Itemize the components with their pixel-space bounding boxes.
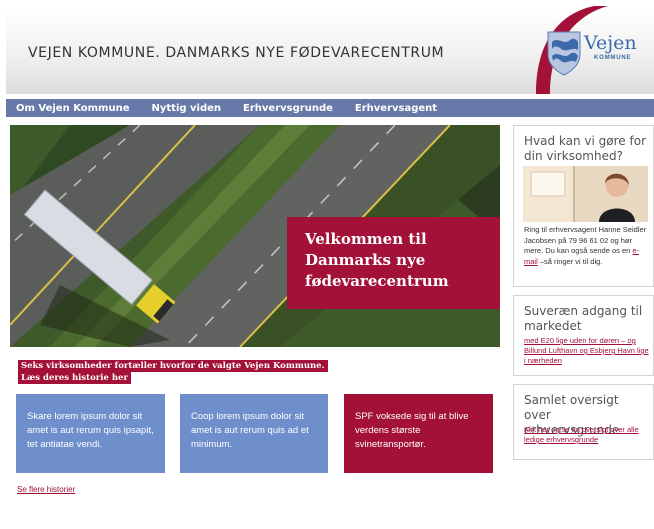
main-nav: Om Vejen Kommune Nyttig viden Erhvervsgr… [6, 99, 654, 117]
hero-welcome-panel: Velkommen til Danmarks nye fødevarecentr… [287, 217, 500, 309]
market-box-title: Suveræn adgang til markedet [524, 304, 643, 333]
nav-item-erhvervsgrunde[interactable]: Erhvervsgrunde [243, 103, 333, 114]
contact-text-after: –så ringer vi til dig. [537, 256, 603, 266]
nav-item-om-vejen-kommune[interactable]: Om Vejen Kommune [16, 103, 130, 114]
plots-overview-link[interactable]: Klik her og se en oversigt over alle led… [524, 425, 649, 445]
site-title: VEJEN KOMMUNE. DANMARKS NYE FØDEVARECENT… [28, 45, 445, 61]
story-tile-skare[interactable]: Skare lorem ipsum dolor sit amet is aut … [16, 394, 165, 473]
contact-photo [523, 166, 648, 222]
contact-person-photo [523, 166, 648, 222]
hero-image: Velkommen til Danmarks nye fødevarecentr… [10, 125, 500, 347]
sidebar-market-box: Suveræn adgang til markedet med E20 lige… [513, 295, 654, 376]
logo-wordmark: Vejen [584, 32, 637, 54]
hero-line-1: Velkommen til [305, 230, 427, 248]
more-stories-link[interactable]: Se flere historier [17, 485, 75, 494]
stories-banner[interactable]: Seks virksomheder fortæller hvorfor de v… [18, 360, 386, 384]
contact-box-title: Hvad kan vi gøre for din virksomhed? [524, 134, 646, 163]
site-header: VEJEN KOMMUNE. DANMARKS NYE FØDEVARECENT… [6, 6, 654, 94]
nav-item-erhvervsagent[interactable]: Erhvervsagent [355, 103, 437, 114]
sidebar-plots-box: Samlet oversigt over erhvervsgrunde Klik… [513, 384, 654, 460]
story-tile-coop[interactable]: Coop lorem ipsum dolor sit amet is aut r… [180, 394, 328, 473]
story-tile-spf[interactable]: SPF voksede sig til at blive verdens stø… [344, 394, 493, 473]
banner-line-1: Seks virksomheder fortæller hvorfor de v… [18, 360, 328, 372]
hero-line-2: Danmarks nye [305, 251, 426, 269]
contact-text-before: Ring til erhvervsagent Hanne Seidler Jac… [524, 225, 647, 255]
logo-subtitle: KOMMUNE [594, 55, 632, 61]
vejen-logo[interactable]: Vejen KOMMUNE [546, 30, 654, 86]
hero-line-3: fødevarecentrum [305, 272, 449, 290]
nav-item-nyttig-viden[interactable]: Nyttig viden [152, 103, 222, 114]
sidebar-contact-box: Hvad kan vi gøre for din virksomhed? Rin… [513, 125, 654, 287]
coat-of-arms-icon [547, 31, 581, 76]
contact-box-text: Ring til erhvervsagent Hanne Seidler Jac… [524, 225, 649, 267]
banner-line-2: Læs deres historie her [18, 372, 131, 384]
market-access-link[interactable]: med E20 lige uden for døren – og Billund… [524, 336, 649, 366]
